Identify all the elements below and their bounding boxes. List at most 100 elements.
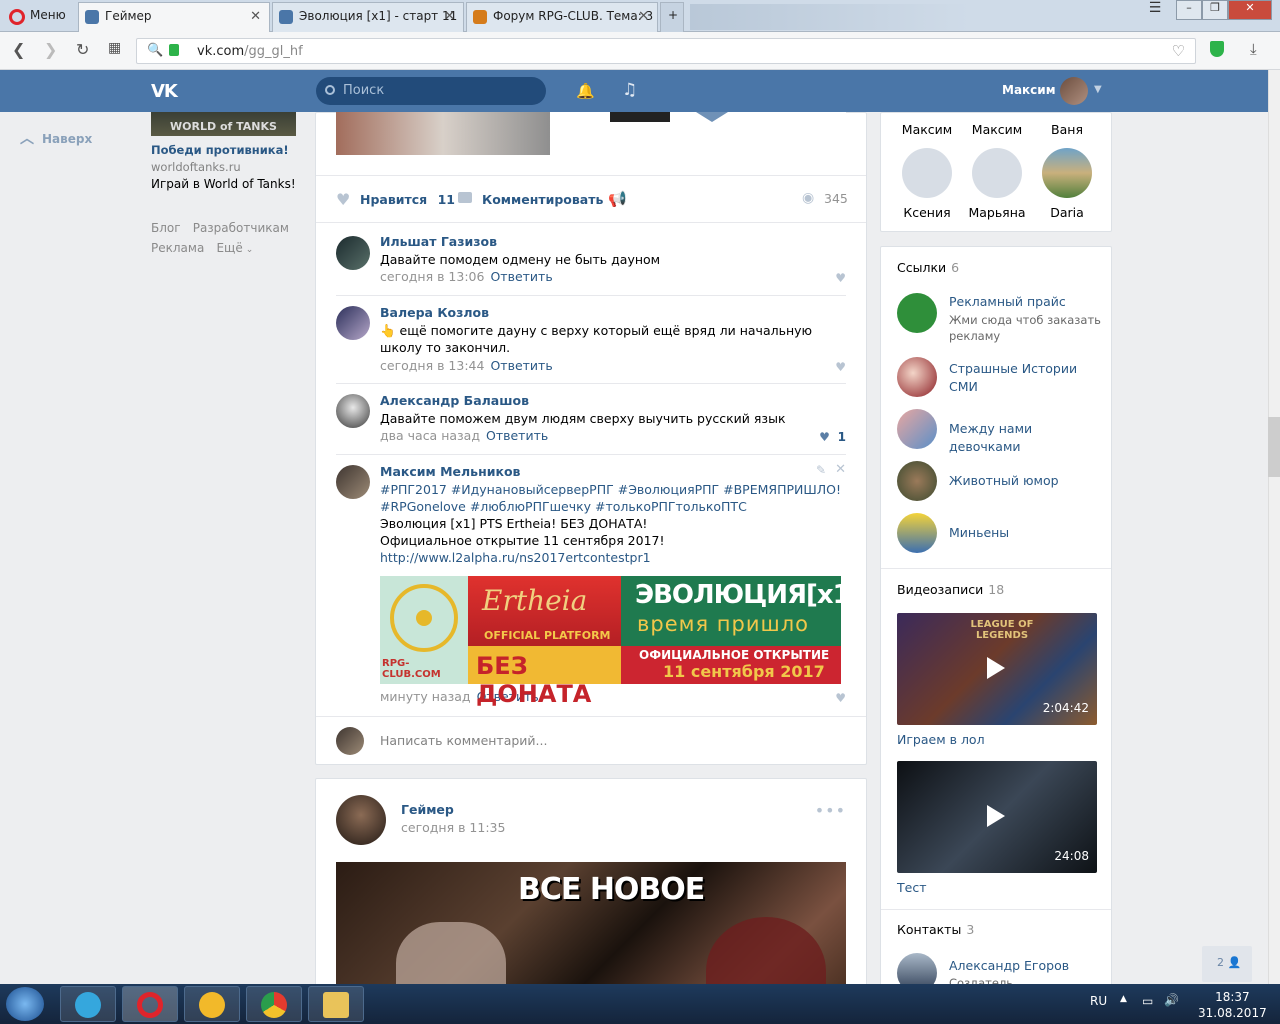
- deactivated-dog-avatar-icon[interactable]: [902, 148, 952, 198]
- video-title[interactable]: Тест: [897, 880, 926, 895]
- comment-time[interactable]: сегодня в 13:06: [380, 269, 484, 284]
- friend-name[interactable]: Максим: [892, 122, 962, 137]
- video-title[interactable]: Играем в лол: [897, 732, 985, 747]
- share-megaphone-icon[interactable]: 📢: [608, 190, 627, 208]
- forward-icon[interactable]: ❯: [44, 40, 57, 59]
- friend-name[interactable]: Ксения: [892, 205, 962, 220]
- back-to-top-link[interactable]: ︿ Наверх: [20, 128, 92, 148]
- link-name[interactable]: Страшные Истории СМИ: [949, 360, 1099, 396]
- scrollbar-thumb[interactable]: [1268, 417, 1280, 477]
- write-comment-input[interactable]: Написать комментарий...: [380, 733, 840, 748]
- more-options-icon[interactable]: •••: [815, 801, 846, 820]
- chevron-down-icon[interactable]: ▼: [1094, 84, 1102, 95]
- link-item[interactable]: Рекламный прайс Жми сюда чтоб заказать р…: [897, 293, 1101, 343]
- taskbar-clock[interactable]: 18:37 31.08.2017: [1198, 989, 1267, 1021]
- vk-logo-icon[interactable]: VK: [151, 81, 185, 102]
- ad-domain[interactable]: worldoftanks.ru: [151, 160, 241, 174]
- taskbar-aimp[interactable]: [184, 986, 240, 1022]
- friend-name[interactable]: Daria: [1032, 205, 1102, 220]
- like-button[interactable]: Нравится 11: [360, 192, 455, 207]
- site-info-icon[interactable]: 🔍: [147, 43, 163, 58]
- edit-pencil-icon[interactable]: ✎: [816, 463, 826, 477]
- close-tab-icon[interactable]: ✕: [250, 9, 261, 24]
- start-button-icon[interactable]: [6, 987, 44, 1021]
- profile-avatar[interactable]: [1060, 77, 1088, 105]
- tab-rpg-forum[interactable]: Форум RPG-CLUB. Тема: 3 ✕: [466, 2, 658, 32]
- reload-icon[interactable]: ↻: [76, 40, 89, 59]
- commenter-avatar[interactable]: [336, 306, 370, 340]
- page-scrollbar[interactable]: [1268, 70, 1280, 984]
- online-friends-badge[interactable]: 2 👤: [1202, 946, 1252, 982]
- post-author[interactable]: Геймер: [401, 802, 454, 817]
- speed-dial-icon[interactable]: ▦: [108, 40, 121, 56]
- commenter-avatar[interactable]: [336, 465, 370, 499]
- link-name[interactable]: Животный юмор: [949, 472, 1099, 490]
- commenter-name[interactable]: Максим Мельников: [380, 464, 520, 479]
- comment-banner-image[interactable]: RPG-CLUB.COM Ertheia OFFICIAL PLATFORM Б…: [380, 576, 862, 708]
- footer-link-developers[interactable]: Разработчикам: [193, 221, 289, 235]
- new-tab-button[interactable]: +: [660, 2, 684, 32]
- comment-like-heart-icon[interactable]: ♥: [835, 691, 846, 705]
- tab-gamer[interactable]: Геймер ✕: [78, 2, 270, 32]
- links-header[interactable]: Ссылки 6: [897, 260, 959, 275]
- commenter-avatar[interactable]: [336, 394, 370, 428]
- contacts-header[interactable]: Контакты 3: [897, 922, 974, 937]
- link-item[interactable]: Страшные Истории СМИ: [897, 357, 1097, 397]
- comment-hashtags-line2[interactable]: #RPGonelove #люблюРПГшечку #толькоРПГтол…: [380, 498, 845, 515]
- footer-link-more[interactable]: Ещё: [216, 241, 242, 255]
- close-window-button[interactable]: ✕: [1228, 0, 1272, 20]
- link-item[interactable]: Между нами девочками: [897, 409, 1097, 454]
- link-name[interactable]: Между нами девочками: [949, 420, 1099, 456]
- delete-close-icon[interactable]: ✕: [835, 462, 846, 477]
- back-icon[interactable]: ❮: [12, 40, 25, 59]
- commenter-avatar[interactable]: [336, 236, 370, 270]
- footer-link-ads[interactable]: Реклама: [151, 241, 204, 255]
- link-item[interactable]: Животный юмор: [897, 461, 1097, 501]
- taskbar-telegram[interactable]: [60, 986, 116, 1022]
- bookmark-heart-icon[interactable]: ♡: [1172, 42, 1185, 60]
- video-thumbnail[interactable]: 24:08: [897, 761, 1097, 873]
- download-icon[interactable]: ⤓: [1250, 40, 1257, 58]
- tab-menu-icon[interactable]: ☰: [1144, 0, 1166, 20]
- ad-image[interactable]: WORLD of TANKS: [151, 112, 296, 136]
- comment-time[interactable]: сегодня в 13:44: [380, 358, 484, 373]
- deactivated-dog-avatar-icon[interactable]: [972, 148, 1022, 198]
- comment-url-link[interactable]: http://www.l2alpha.ru/ns2017ertcontestpr…: [380, 549, 845, 566]
- network-icon[interactable]: ▭: [1142, 994, 1153, 1008]
- reply-link[interactable]: Ответить: [490, 269, 552, 284]
- adblock-shield-icon[interactable]: [1210, 41, 1224, 57]
- tab-evolution[interactable]: Эволюция [x1] - старт 11 ✕: [272, 2, 464, 32]
- minimize-window-button[interactable]: –: [1176, 0, 1202, 20]
- link-item[interactable]: Миньены: [897, 513, 1097, 553]
- taskbar-chrome[interactable]: [246, 986, 302, 1022]
- reply-link[interactable]: Ответить: [490, 358, 552, 373]
- taskbar-opera[interactable]: [122, 986, 178, 1022]
- comment-time[interactable]: два часа назад: [380, 428, 480, 443]
- commenter-name[interactable]: Александр Балашов: [380, 393, 529, 408]
- post-time[interactable]: сегодня в 11:35: [401, 820, 505, 835]
- ad-text[interactable]: Играй в World of Tanks!: [151, 177, 296, 191]
- ad-title[interactable]: Победи противника!: [151, 143, 289, 157]
- profile-name[interactable]: Максим: [1002, 83, 1056, 97]
- comment-like-heart-icon[interactable]: ♥: [835, 360, 846, 374]
- comment-button[interactable]: Комментировать: [482, 192, 603, 207]
- contact-name[interactable]: Александр Егоров: [949, 957, 1099, 975]
- opera-menu-button[interactable]: Меню: [0, 2, 76, 32]
- post-image-right[interactable]: [550, 112, 846, 155]
- video-thumbnail[interactable]: LEAGUE OF LEGENDS 2:04:42: [897, 613, 1097, 725]
- close-tab-icon[interactable]: ✕: [444, 9, 455, 24]
- volume-icon[interactable]: 🔊: [1164, 993, 1179, 1007]
- comment-time[interactable]: минуту назад: [380, 689, 471, 704]
- videos-header[interactable]: Видеозаписи 18: [897, 582, 1004, 597]
- maximize-window-button[interactable]: ❐: [1202, 0, 1228, 20]
- link-name[interactable]: Миньены: [949, 524, 1099, 542]
- comment-like-heart-icon[interactable]: ♥: [835, 271, 846, 285]
- group-avatar[interactable]: [336, 795, 386, 845]
- language-indicator[interactable]: RU: [1090, 994, 1107, 1008]
- commenter-name[interactable]: Валера Козлов: [380, 305, 489, 320]
- commenter-name[interactable]: Ильшат Газизов: [380, 234, 497, 249]
- search-input[interactable]: Поиск: [316, 77, 546, 105]
- tray-expand-icon[interactable]: ▲: [1120, 994, 1127, 1004]
- comment-like-button[interactable]: ♥ 1: [819, 430, 846, 444]
- comment-hashtags-line1[interactable]: #РПГ2017 #ИдунановыйсерверРПГ #ЭволюцияР…: [380, 481, 845, 498]
